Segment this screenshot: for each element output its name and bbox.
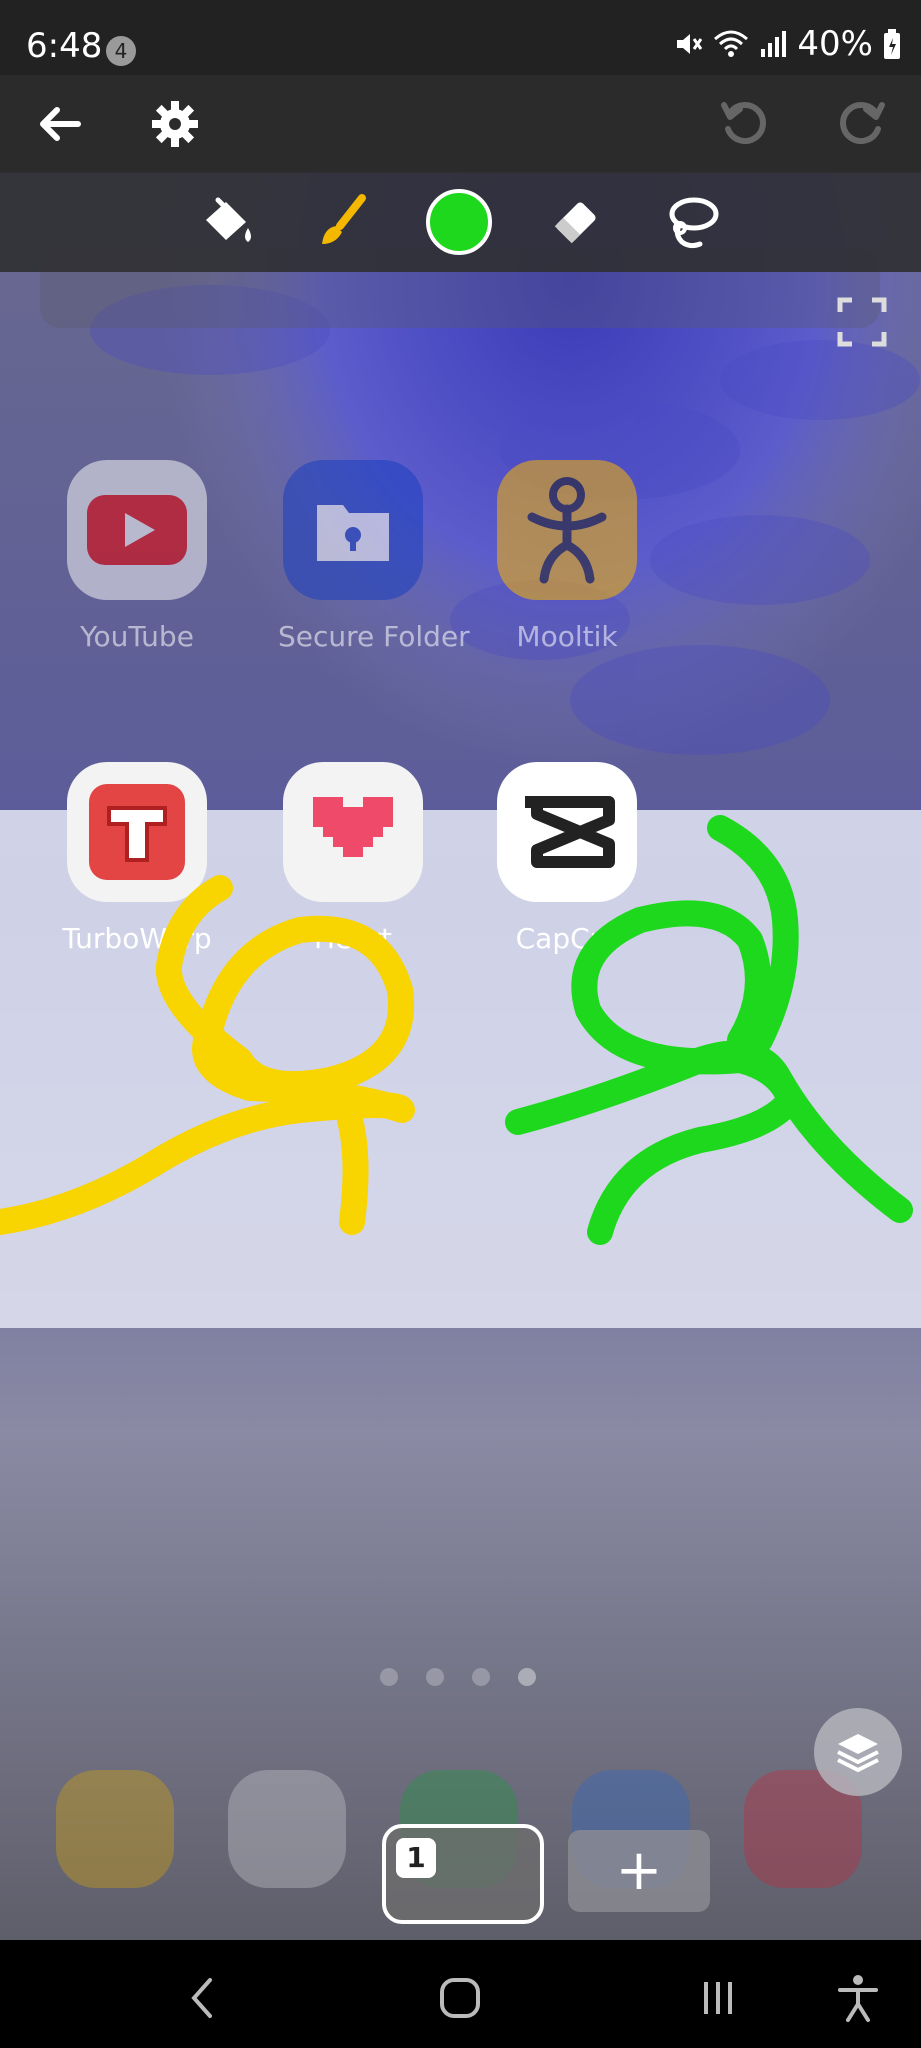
page-dot xyxy=(380,1668,398,1686)
frame-thumbnail-current[interactable]: 1 xyxy=(382,1824,544,1924)
page-dot xyxy=(518,1668,536,1686)
chrome-icon xyxy=(228,1770,346,1888)
frame-number-badge: 1 xyxy=(396,1838,436,1878)
layers-button[interactable] xyxy=(814,1708,902,1796)
page-indicator xyxy=(380,1668,536,1686)
nav-recents-icon[interactable] xyxy=(690,1970,746,2026)
add-frame-button[interactable]: + xyxy=(568,1830,710,1912)
layers-icon xyxy=(837,1734,879,1773)
nav-home-icon[interactable] xyxy=(432,1970,488,2026)
page-dot xyxy=(472,1668,490,1686)
accessibility-icon[interactable] xyxy=(830,1970,886,2026)
files-icon xyxy=(56,1770,174,1888)
page-dot xyxy=(426,1668,444,1686)
drawing-strokes xyxy=(0,815,913,1245)
yellow-stroke xyxy=(0,875,415,1235)
green-stroke xyxy=(505,815,913,1245)
system-navigation-bar xyxy=(0,1940,921,2048)
nav-back-icon[interactable] xyxy=(176,1970,232,2026)
